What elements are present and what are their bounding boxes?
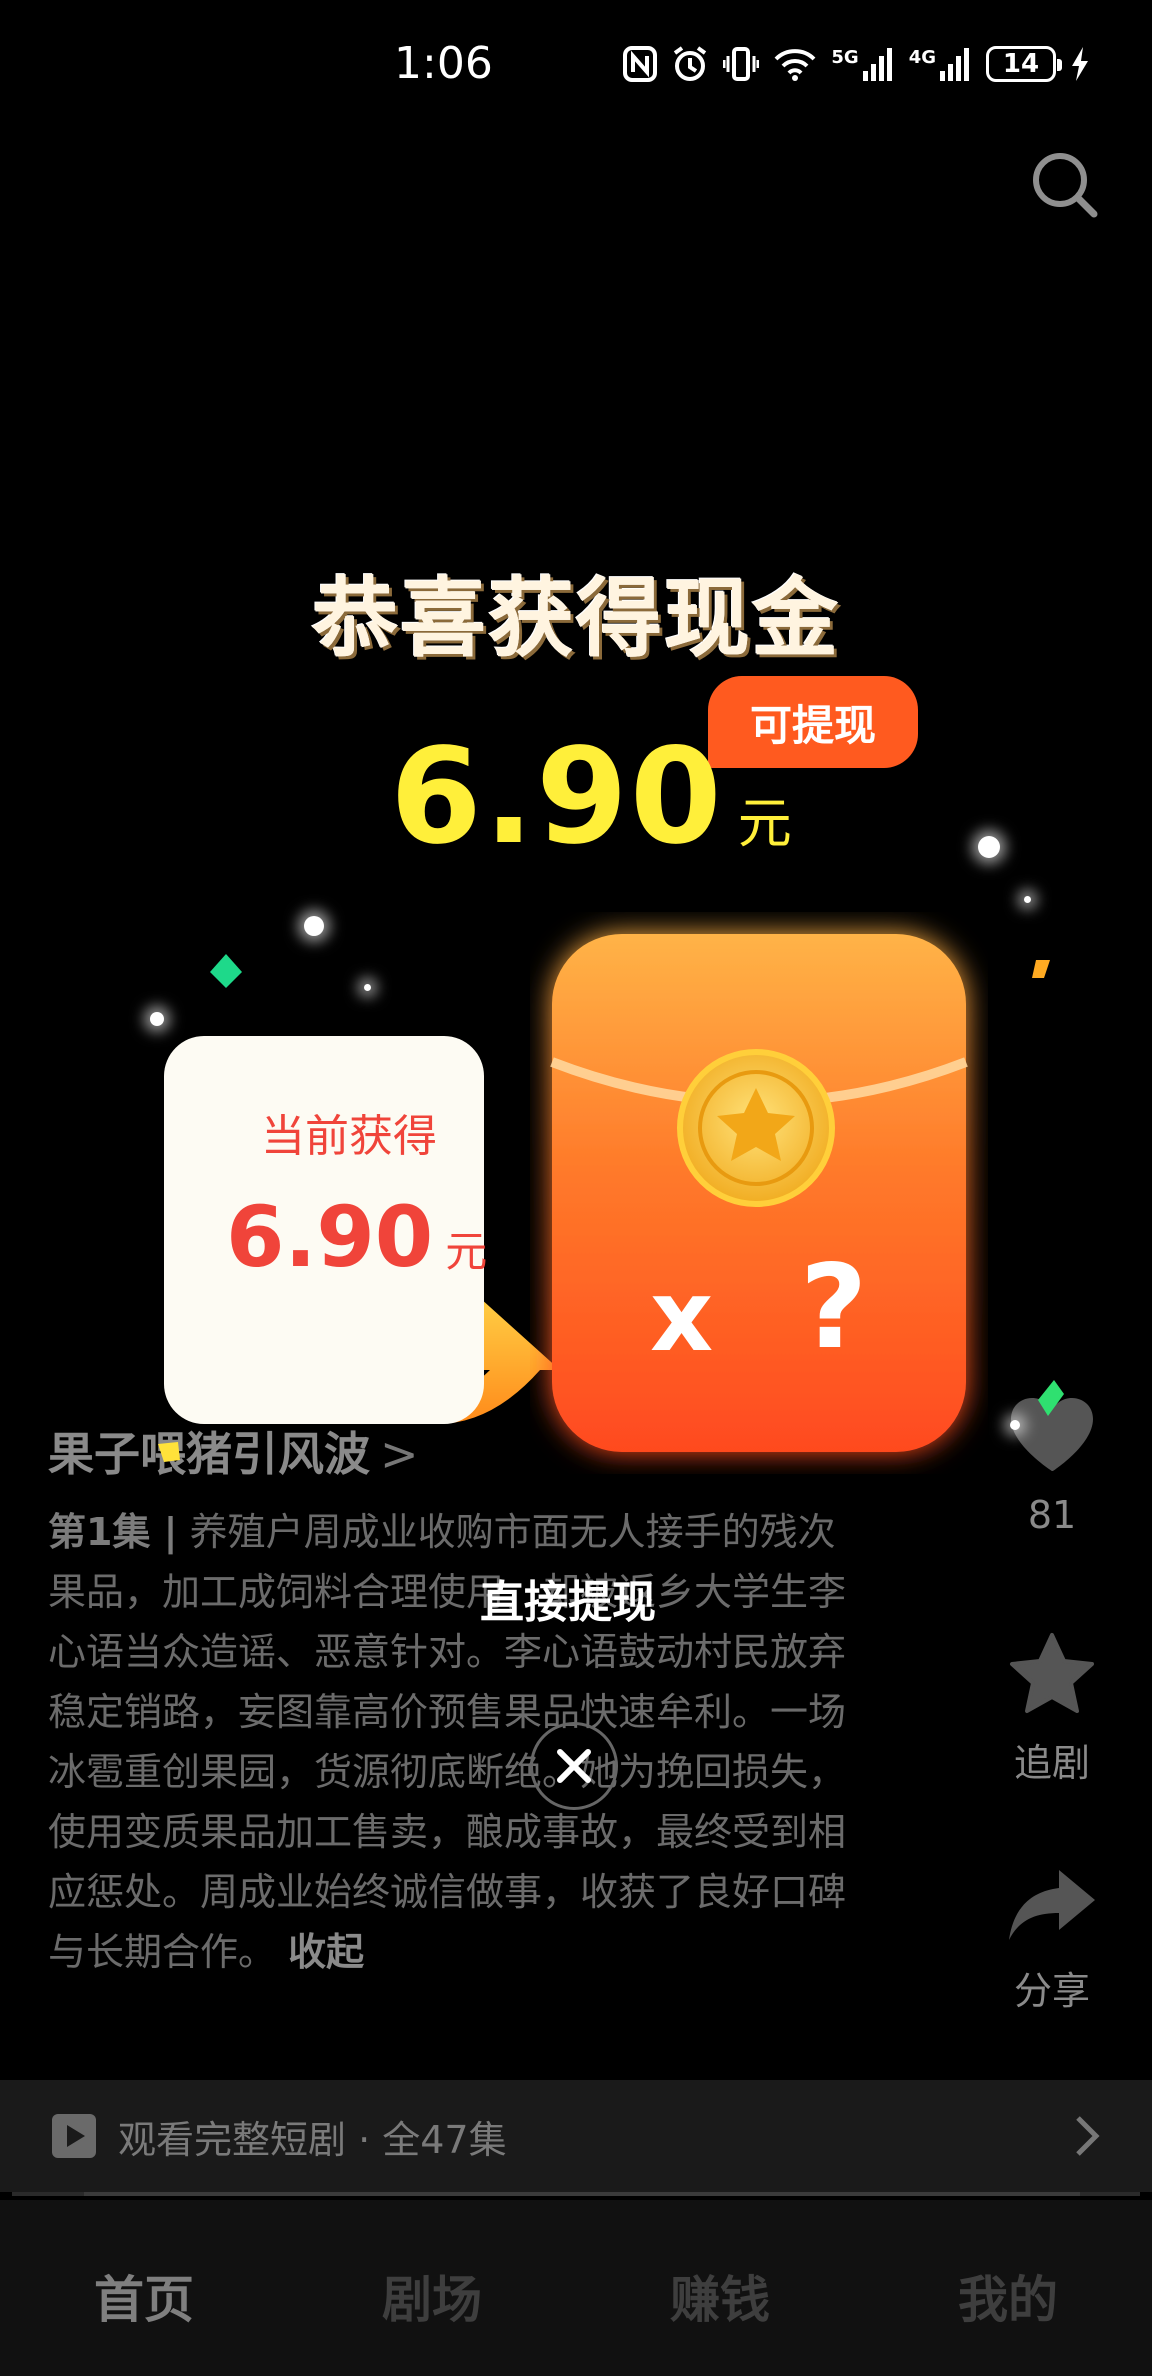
tab-theater[interactable]: 剧场 [288, 2200, 576, 2376]
play-icon [52, 2114, 96, 2158]
sparkle [978, 836, 1000, 858]
network-4g-label: 4G [908, 47, 936, 68]
confetti-yellow [158, 1442, 180, 1462]
star-icon [1010, 1633, 1094, 1713]
status-time: 1:06 [394, 38, 493, 89]
collapse-link[interactable]: 收起 [288, 1930, 364, 1974]
share-button[interactable]: 分享 [972, 1868, 1132, 2015]
popup-title: 恭喜获得现金 [312, 568, 840, 669]
tab-home[interactable]: 首页 [0, 2200, 288, 2376]
amount-value: 6.90 [390, 720, 724, 874]
search-button[interactable] [1028, 148, 1100, 220]
full-drama-label: 观看完整短剧 · 全47集 [118, 2117, 507, 2162]
sparkle [1024, 896, 1031, 903]
like-count: 81 [1027, 1493, 1077, 1537]
video-title-text: 果子喂猪引风波 [48, 1427, 370, 1481]
share-label: 分享 [1013, 1969, 1090, 2013]
network-5g-label: 5G [831, 47, 859, 68]
signal-5g-icon: 5G [831, 47, 894, 81]
close-popup-button[interactable] [530, 1722, 618, 1810]
follow-label: 追剧 [1013, 1741, 1090, 1785]
current-earnings-card: 当前获得 6.90 元 [164, 1036, 487, 1424]
chevron-right-icon [1076, 2116, 1100, 2156]
progress-track [84, 2192, 1080, 2196]
description-text: 养殖户周成业收购市面无人接手的残次果品，加工成饲料合理使用，却被返乡大学生李心语… [48, 1510, 847, 1974]
watch-full-drama-bar[interactable]: 观看完整短剧 · 全47集 [0, 2080, 1152, 2192]
popup-amount: 6.90 元 [390, 720, 792, 874]
current-earnings-label: 当前获得 [261, 1111, 437, 1162]
status-icons: 5G 4G 14 [623, 44, 1090, 84]
video-description: 第1集 | 养殖户周成业收购市面无人接手的残次果品，加工成饲料合理使用，却被返乡… [48, 1502, 868, 1982]
confetti-orange [1032, 960, 1050, 978]
multiplier-question: ? [800, 1240, 868, 1375]
tab-earn[interactable]: 赚钱 [576, 2200, 864, 2376]
search-icon [1033, 153, 1098, 218]
status-bar: 1:06 5G 4G 14 [0, 0, 1152, 130]
sparkle [304, 916, 324, 936]
signal-4g-icon: 4G [909, 47, 972, 81]
sparkle [150, 1012, 164, 1026]
alarm-icon [671, 45, 709, 83]
sparkle [1010, 1420, 1020, 1430]
nfc-icon [623, 46, 658, 82]
sparkle [364, 984, 371, 991]
episode-label: 第1集 | [48, 1510, 178, 1554]
close-icon [557, 1749, 591, 1783]
video-progress-bar[interactable] [12, 2192, 1140, 2196]
share-icon [1009, 1870, 1095, 1940]
direct-withdraw-button[interactable]: 直接提现 [480, 1566, 656, 1630]
battery-indicator: 14 [986, 46, 1062, 82]
current-amount-unit: 元 [445, 1227, 488, 1276]
vibrate-icon [723, 46, 760, 82]
current-earnings-amount: 6.90 元 [226, 1188, 487, 1286]
confetti-green [210, 954, 242, 988]
confetti-green [1038, 1380, 1064, 1416]
current-amount-value: 6.90 [226, 1188, 434, 1286]
charging-icon [1070, 46, 1090, 82]
tab-mine[interactable]: 我的 [864, 2200, 1152, 2376]
multiplier-x: x [650, 1260, 714, 1374]
red-envelope-button[interactable] [530, 912, 988, 1474]
wifi-icon [773, 46, 817, 82]
amount-unit: 元 [737, 792, 792, 855]
bottom-tab-bar: 首页 剧场 赚钱 我的 [0, 2200, 1152, 2376]
follow-drama-button[interactable]: 追剧 [972, 1632, 1132, 1787]
